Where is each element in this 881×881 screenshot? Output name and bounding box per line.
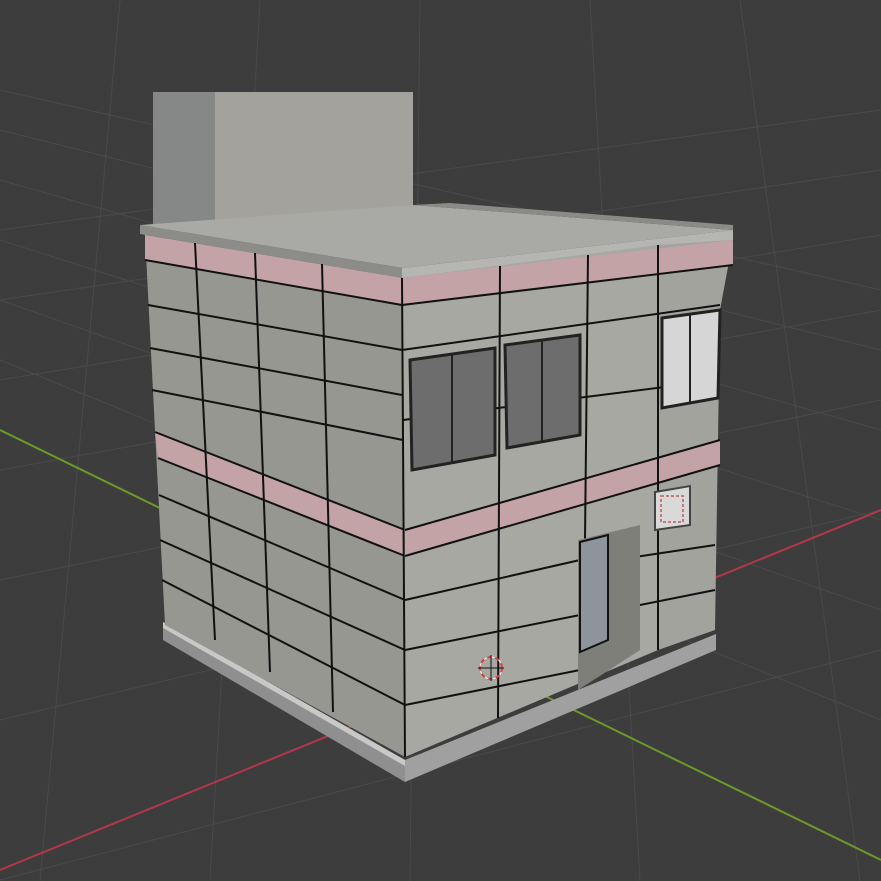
left-wall xyxy=(144,235,406,757)
window-right xyxy=(660,308,722,410)
window-middle xyxy=(503,333,582,450)
wall-sign xyxy=(654,484,691,532)
window-left xyxy=(408,346,497,472)
viewport-canvas[interactable] xyxy=(0,0,881,881)
3d-viewport[interactable] xyxy=(0,0,881,881)
